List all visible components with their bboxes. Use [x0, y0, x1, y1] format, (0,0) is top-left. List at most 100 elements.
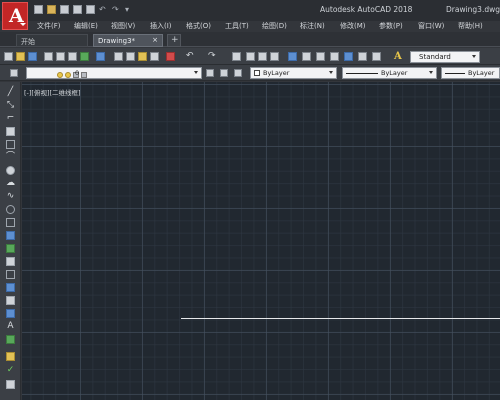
linetype-select[interactable]: ByLayer: [342, 67, 437, 79]
print-icon[interactable]: [86, 5, 95, 14]
layer-value: 0: [75, 69, 80, 77]
zoom-realtime-icon[interactable]: [246, 52, 255, 61]
open-icon[interactable]: [16, 52, 25, 61]
3d-print-icon[interactable]: [80, 52, 89, 61]
menu-insert[interactable]: 插入(I): [150, 21, 172, 31]
menu-file[interactable]: 文件(F): [37, 21, 61, 31]
zoom-window-icon[interactable]: [258, 52, 267, 61]
linetype-preview: [346, 72, 378, 74]
new-icon[interactable]: [4, 52, 13, 61]
match-properties-icon[interactable]: [150, 52, 159, 61]
new-tab-button[interactable]: +: [167, 34, 181, 47]
text-style-value: Standard: [419, 53, 451, 61]
open-file-icon[interactable]: [47, 5, 56, 14]
menu-view[interactable]: 视图(V): [111, 21, 135, 31]
paste-icon[interactable]: [138, 52, 147, 61]
draw-toolbar: ╱ ⤡ ⌐ ⌒ ☁ ∿ A ✓: [0, 82, 21, 400]
application-menu-button[interactable]: A: [2, 2, 28, 30]
undo-icon[interactable]: ↶: [186, 52, 195, 61]
new-file-icon[interactable]: [34, 5, 43, 14]
tool-palettes-icon[interactable]: [316, 52, 325, 61]
layer-manager-icon[interactable]: [10, 69, 18, 77]
lineweight-preview: [445, 72, 465, 74]
layer-previous-icon[interactable]: [220, 69, 228, 77]
drawing-canvas[interactable]: [-][俯视][二维线框]: [22, 82, 500, 400]
hatch-icon[interactable]: [6, 270, 15, 279]
save-as-icon[interactable]: [73, 5, 82, 14]
multiline-text-icon[interactable]: A: [6, 322, 15, 331]
sheet-set-icon[interactable]: [330, 52, 339, 61]
layer-tool-icon[interactable]: [6, 352, 15, 361]
publish-icon[interactable]: [68, 52, 77, 61]
menu-format[interactable]: 格式(O): [186, 21, 211, 31]
undo-icon[interactable]: ↶: [99, 5, 108, 14]
sun-icon: [65, 72, 71, 78]
ellipse-arc-icon[interactable]: [6, 218, 15, 227]
menu-parametric[interactable]: 参数(P): [379, 21, 403, 31]
make-block-icon[interactable]: [6, 244, 15, 253]
block-editor-icon[interactable]: [166, 52, 175, 61]
plot-icon[interactable]: [44, 52, 53, 61]
layers-toolbar: 0 ByLayer ByLayer ByLayer: [0, 65, 500, 81]
properties-icon[interactable]: [288, 52, 297, 61]
tab-drawing-label: Drawing3*: [98, 37, 136, 45]
copy-icon[interactable]: [126, 52, 135, 61]
plot-preview-icon[interactable]: [56, 52, 65, 61]
chevron-down-icon: [194, 71, 198, 74]
modify-tool-icon[interactable]: [6, 380, 15, 389]
design-center-icon[interactable]: [302, 52, 311, 61]
revision-cloud-icon[interactable]: ☁: [6, 179, 15, 188]
drawn-line[interactable]: [181, 318, 500, 319]
ellipse-icon[interactable]: [6, 205, 15, 214]
help-icon[interactable]: [372, 52, 381, 61]
point-icon[interactable]: [6, 257, 15, 266]
layer-select[interactable]: 0: [26, 67, 202, 79]
qat-dropdown-icon[interactable]: ▾: [125, 5, 134, 14]
rectangle-icon[interactable]: [6, 140, 15, 149]
publish-online-icon[interactable]: [96, 52, 105, 61]
lineweight-select[interactable]: ByLayer: [441, 67, 500, 79]
add-selected-icon[interactable]: [6, 335, 15, 344]
menu-tools[interactable]: 工具(T): [225, 21, 249, 31]
construction-line-icon[interactable]: ⤡: [6, 101, 15, 110]
gradient-icon[interactable]: [6, 283, 15, 292]
polyline-icon[interactable]: ⌐: [6, 114, 15, 123]
circle-icon[interactable]: [6, 166, 15, 175]
line-icon[interactable]: ╱: [6, 88, 15, 97]
menu-dimension[interactable]: 标注(N): [300, 21, 325, 31]
menu-edit[interactable]: 编辑(E): [74, 21, 98, 31]
spline-icon[interactable]: ∿: [6, 192, 15, 201]
quick-access-toolbar: ↶ ↷ ▾: [34, 5, 134, 14]
menu-window[interactable]: 窗口(W): [418, 21, 444, 31]
checkmark-icon[interactable]: ✓: [6, 366, 15, 375]
color-value: ByLayer: [263, 69, 290, 77]
zoom-previous-icon[interactable]: [270, 52, 279, 61]
redo-icon[interactable]: ↷: [112, 5, 121, 14]
menu-draw[interactable]: 绘图(D): [262, 21, 287, 31]
save-icon[interactable]: [60, 5, 69, 14]
region-icon[interactable]: [6, 296, 15, 305]
quickcalc-icon[interactable]: [358, 52, 367, 61]
markup-icon[interactable]: [344, 52, 353, 61]
make-current-icon[interactable]: [206, 69, 214, 77]
save-icon[interactable]: [28, 52, 37, 61]
table-icon[interactable]: [6, 309, 15, 318]
close-icon[interactable]: ×: [152, 36, 158, 44]
viewport-controls[interactable]: [-][俯视][二维线框]: [24, 87, 81, 97]
redo-icon[interactable]: ↷: [208, 52, 217, 61]
document-title: Drawing3.dwg: [446, 5, 500, 14]
cut-icon[interactable]: [114, 52, 123, 61]
text-style-select[interactable]: Standard: [410, 51, 480, 63]
tab-start[interactable]: 开始: [16, 34, 88, 47]
layer-match-icon[interactable]: [234, 69, 242, 77]
tab-start-label: 开始: [21, 38, 35, 46]
insert-block-icon[interactable]: [6, 231, 15, 240]
arc-icon[interactable]: ⌒: [6, 153, 15, 162]
menu-help[interactable]: 帮助(H): [458, 21, 483, 31]
file-tab-bar: 开始 Drawing3* × +: [0, 32, 500, 47]
menu-modify[interactable]: 修改(M): [340, 21, 366, 31]
polygon-icon[interactable]: [6, 127, 15, 136]
color-select[interactable]: ByLayer: [250, 67, 337, 79]
pan-icon[interactable]: [232, 52, 241, 61]
tab-drawing[interactable]: Drawing3* ×: [93, 34, 163, 47]
